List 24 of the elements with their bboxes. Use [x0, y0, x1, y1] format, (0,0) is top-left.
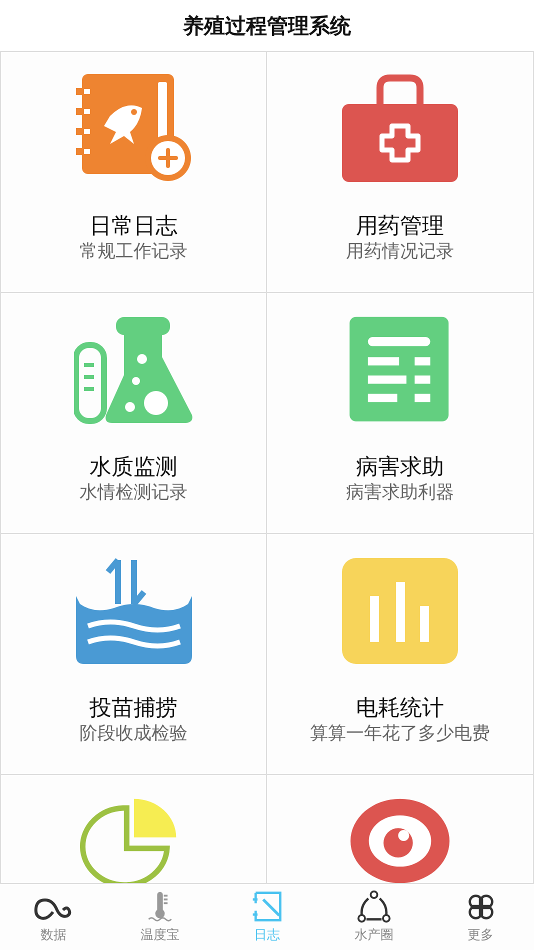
menu-tile[interactable]: 病害求助 病害求助利器 — [267, 293, 534, 534]
water-arrows-icon — [74, 556, 194, 666]
menu-tile[interactable]: 用药管理 用药情况记录 — [267, 52, 534, 293]
tile-title: 用药管理 — [356, 214, 444, 240]
tile-subtitle: 用药情况记录 — [346, 240, 454, 264]
menu-tile[interactable]: 电耗统计 算算一年花了多少电费 — [267, 534, 534, 775]
tile-title: 投苗捕捞 — [90, 696, 178, 722]
tile-title: 水质监测 — [90, 455, 178, 481]
tile-subtitle: 算算一年花了多少电费 — [310, 722, 490, 746]
bar-chart-icon — [340, 556, 460, 666]
tile-subtitle: 水情检测记录 — [80, 481, 188, 505]
tile-subtitle: 病害求助利器 — [346, 481, 454, 505]
tile-subtitle: 常规工作记录 — [80, 240, 188, 264]
tile-title: 病害求助 — [356, 455, 444, 481]
medical-kit-icon — [340, 74, 460, 184]
notebook-icon — [74, 74, 194, 184]
tile-title: 日常日志 — [90, 214, 178, 240]
menu-tile[interactable]: 水质监测 水情检测记录 — [0, 293, 267, 534]
menu-tile[interactable]: 日常日志 常规工作记录 — [0, 52, 267, 293]
tile-subtitle: 阶段收成检验 — [80, 722, 188, 746]
tile-title: 电耗统计 — [356, 696, 444, 722]
app-title: 养殖过程管理系统 — [183, 12, 351, 40]
menu-tile[interactable]: 投苗捕捞 阶段收成检验 — [0, 534, 267, 775]
flask-icon — [74, 315, 194, 425]
